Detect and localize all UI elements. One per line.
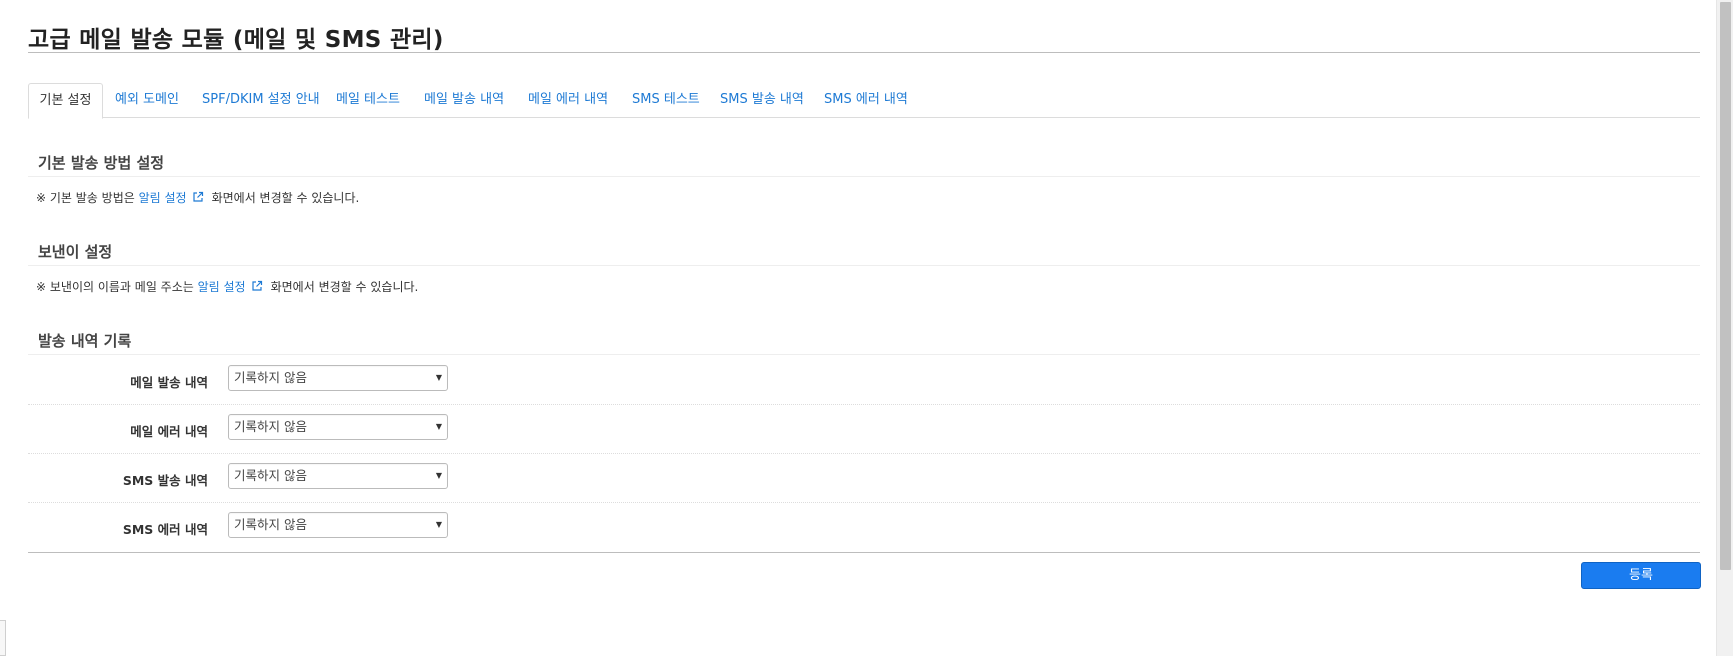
- scrollbar-thumb[interactable]: [1720, 2, 1731, 570]
- tab-exception-domains[interactable]: 예외 도메인: [115, 83, 179, 118]
- chevron-down-icon: ▼: [435, 520, 442, 529]
- tab-mail-sent-log[interactable]: 메일 발송 내역: [424, 83, 504, 118]
- tab-bar: 기본 설정 예외 도메인 SPF/DKIM 설정 안내 메일 테스트 메일 발송…: [28, 83, 1700, 119]
- section-title-sender: 보낸이 설정: [38, 243, 113, 261]
- page-title: 고급 메일 발송 모듈 (메일 및 SMS 관리): [28, 27, 444, 53]
- form-bottom-divider: [28, 552, 1700, 553]
- notification-settings-link[interactable]: 알림 설정: [139, 191, 187, 205]
- note-text: 화면에서 변경할 수 있습니다.: [270, 280, 419, 294]
- sms-error-log-select[interactable]: 기록하지 않음 ▼: [228, 512, 448, 538]
- select-value: 기록하지 않음: [234, 468, 307, 483]
- sender-note: ※ 보낸이의 이름과 메일 주소는 알림 설정 화면에서 변경할 수 있습니다.: [36, 278, 418, 295]
- section-title-log: 발송 내역 기록: [38, 332, 132, 350]
- note-text: 화면에서 변경할 수 있습니다.: [211, 191, 360, 205]
- tab-mail-error-log[interactable]: 메일 에러 내역: [528, 83, 608, 118]
- submit-button[interactable]: 등록: [1581, 562, 1701, 589]
- select-value: 기록하지 않음: [234, 419, 307, 434]
- log-row-label-mail-sent: 메일 발송 내역: [130, 375, 208, 390]
- tab-sms-error-log[interactable]: SMS 에러 내역: [824, 83, 908, 118]
- section-divider: [28, 265, 1700, 266]
- section-title-send-method: 기본 발송 방법 설정: [38, 154, 165, 172]
- log-row-label-sms-sent: SMS 발송 내역: [122, 473, 208, 488]
- panel-toggle-handle[interactable]: [0, 620, 6, 656]
- tab-spf-dkim-guide[interactable]: SPF/DKIM 설정 안내: [202, 83, 320, 118]
- note-text: ※ 보낸이의 이름과 메일 주소는: [36, 280, 198, 294]
- tab-mail-test[interactable]: 메일 테스트: [336, 83, 400, 118]
- section-divider: [28, 354, 1700, 355]
- external-link-icon[interactable]: [192, 191, 204, 203]
- section-divider: [28, 176, 1700, 177]
- chevron-down-icon: ▼: [435, 422, 442, 431]
- external-link-icon[interactable]: [251, 280, 263, 292]
- row-divider: [28, 502, 1700, 503]
- row-divider: [28, 453, 1700, 454]
- mail-sent-log-select[interactable]: 기록하지 않음 ▼: [228, 365, 448, 391]
- select-value: 기록하지 않음: [234, 370, 307, 385]
- tab-sms-sent-log[interactable]: SMS 발송 내역: [720, 83, 804, 118]
- vertical-scrollbar[interactable]: [1716, 0, 1733, 656]
- note-text: ※ 기본 발송 방법은: [36, 191, 139, 205]
- select-value: 기록하지 않음: [234, 517, 307, 532]
- title-divider: [28, 52, 1700, 53]
- chevron-down-icon: ▼: [435, 373, 442, 382]
- tab-basic-settings[interactable]: 기본 설정: [28, 83, 103, 119]
- sms-sent-log-select[interactable]: 기록하지 않음 ▼: [228, 463, 448, 489]
- row-divider: [28, 404, 1700, 405]
- mail-error-log-select[interactable]: 기록하지 않음 ▼: [228, 414, 448, 440]
- chevron-down-icon: ▼: [435, 471, 442, 480]
- log-row-label-sms-error: SMS 에러 내역: [122, 522, 208, 537]
- log-row-label-mail-error: 메일 에러 내역: [130, 424, 208, 439]
- tab-sms-test[interactable]: SMS 테스트: [632, 83, 700, 118]
- send-method-note: ※ 기본 발송 방법은 알림 설정 화면에서 변경할 수 있습니다.: [36, 189, 359, 206]
- notification-settings-link[interactable]: 알림 설정: [198, 280, 246, 294]
